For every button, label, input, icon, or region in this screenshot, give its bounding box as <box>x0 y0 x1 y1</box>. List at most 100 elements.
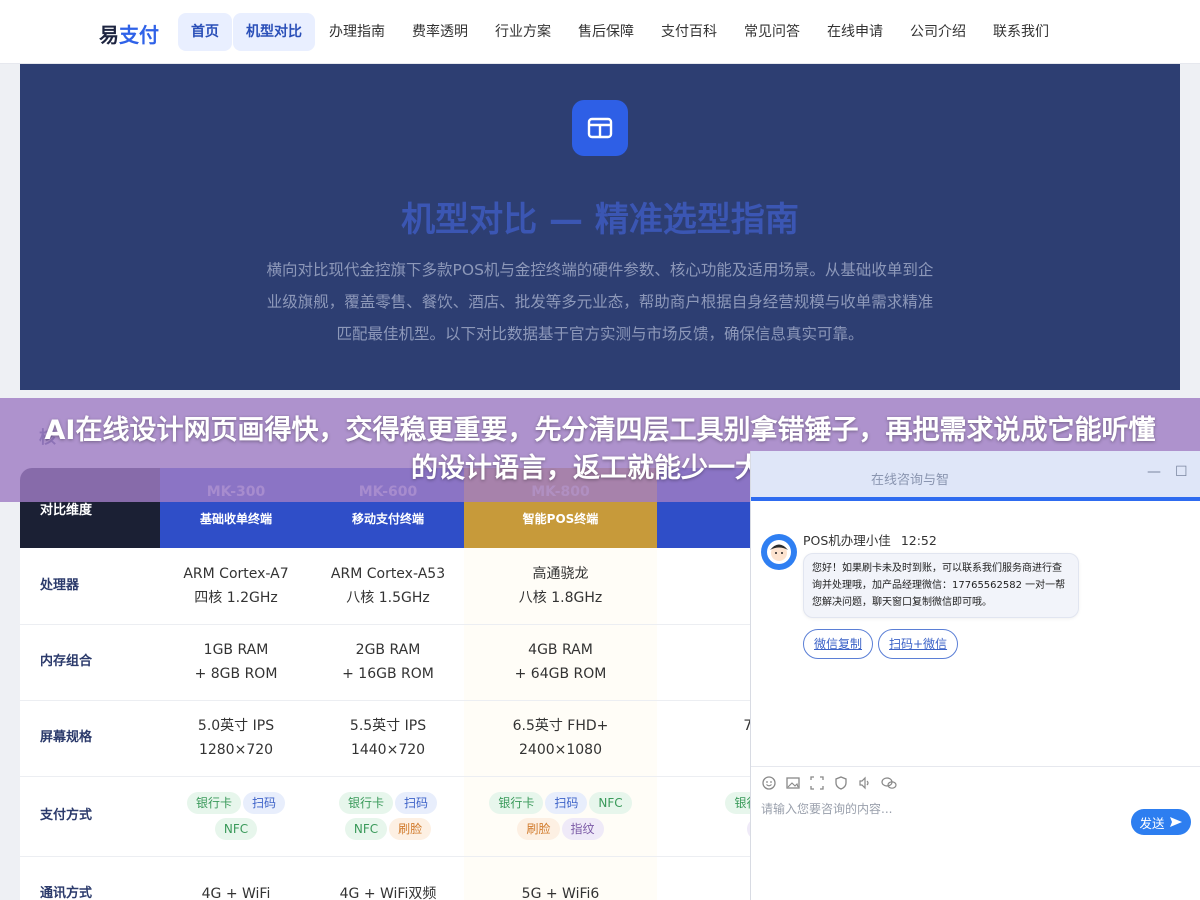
nav-item[interactable]: 机型对比 <box>233 13 315 51</box>
payment-tag: 扫码 <box>395 792 438 814</box>
cell-line: 5.0英寸 IPS <box>197 718 275 734</box>
payment-tag: 刷脸 <box>389 818 432 840</box>
rate-icon[interactable] <box>833 775 849 791</box>
top-nav: 易支付 首页 机型对比 办理指南 费率透明 行业方案 售后保障 支付百科 常见问答 在线申请 公司… <box>0 0 1200 64</box>
hero-description: 横向对比现代金控旗下多款POS机与金控终端的硬件参数、核心功能及适用场景。从基础… <box>266 261 934 343</box>
minimize-icon[interactable]: — <box>1147 464 1161 480</box>
cell-line: 2400×1080 <box>519 742 602 758</box>
table-cell: 6+ 1 <box>657 624 760 701</box>
hero-title: 机型对比 — 精准选型指南 <box>401 200 799 240</box>
emoji-icon[interactable] <box>761 775 777 791</box>
payment-tag: 银行卡 <box>186 792 241 814</box>
nav-item[interactable]: 在线申请 <box>814 13 896 51</box>
cell-line: 四核 1.2GHz <box>194 589 278 606</box>
send-icon <box>1169 817 1182 827</box>
cell-line: 4G + WiFi <box>201 886 271 900</box>
chat-messages: POS机办理小佳 12:52 您好！如果刷卡未及时到账，可以联系我们服务商进行查询… <box>751 501 1200 811</box>
agent-message: 您好！如果刷卡未及时到账，可以联系我们服务商进行查询并处理哦，加产品经理微信：1… <box>803 553 1079 618</box>
table-cell: 4GB RAM + 64GB ROM <box>464 624 657 701</box>
message-time: 12:52 <box>900 533 937 548</box>
agent-name: POS机办理小佳 <box>803 533 891 548</box>
table-cell: 高通骁龙 八核 1.8GHz <box>464 548 657 625</box>
cell-line: 6 <box>657 638 760 662</box>
model-subtitle: 智能POS终端 <box>522 511 599 526</box>
nav-menu: 首页 机型对比 办理指南 费率透明 行业方案 售后保障 支付百科 常见问答 在线申请 公司介绍 联系… <box>178 13 1062 51</box>
table-row: 处理器 ARM Cortex-A7 四核 1.2GHz ARM Cortex-A53 八… <box>20 548 760 625</box>
cell-line: 2GB RAM <box>355 642 421 658</box>
table-cell: 银行卡 扫码 NFC 刷脸 指纹 <box>464 776 657 857</box>
chat-input[interactable] <box>761 797 1111 821</box>
nav-item[interactable]: 常见问答 <box>731 13 813 51</box>
table-row: 屏幕规格 5.0英寸 IPS 1280×720 5.5英寸 IPS 1440×720 6.… <box>20 700 761 777</box>
send-button[interactable]: 发送 <box>1131 809 1191 835</box>
nav-item[interactable]: 费率透明 <box>399 13 481 51</box>
chat-title: 在线咨询与智 <box>871 473 950 488</box>
table-icon <box>572 100 628 156</box>
table-cell: 银行卡扫指纹 <box>657 776 760 857</box>
chat-header: 在线咨询与智 — ☐ <box>751 451 1200 501</box>
cell-line: 7.0英寸 <box>657 714 760 738</box>
nav-item[interactable]: 支付百科 <box>648 13 730 51</box>
cell-line: ARM Cortex-A53 <box>330 565 446 582</box>
row-label: 支付方式 <box>20 776 160 857</box>
payment-tag: NFC <box>344 818 388 840</box>
nav-item[interactable]: 售后保障 <box>565 13 647 51</box>
table-cell: 5G + WiFi6 <box>464 856 657 900</box>
cell-line: ARM Cortex-A7 <box>183 565 289 582</box>
chat-widget: 在线咨询与智 — ☐ POS机办理小佳 12:52 您好！如果刷卡未及时到账，可以… <box>750 451 1200 900</box>
table-cell: ARM Cortex-A7 四核 1.2GHz <box>160 548 312 625</box>
cell-line: 25 <box>657 738 761 762</box>
cell-line: 1280×720 <box>198 742 274 758</box>
nav-item[interactable]: 首页 <box>178 13 232 51</box>
voice-icon[interactable] <box>857 775 873 791</box>
cell-line: 八核 1.8GHz <box>518 589 603 606</box>
quick-reply-copy-wechat[interactable]: 微信复制 <box>803 629 874 659</box>
payment-tag: 银行卡 <box>338 792 393 814</box>
cell-line: + 16GB ROM <box>342 666 434 682</box>
nav-item[interactable]: 公司介绍 <box>897 13 979 51</box>
agent-avatar <box>761 534 797 570</box>
image-icon[interactable] <box>785 775 801 791</box>
agent-meta: POS机办理小佳 12:52 <box>803 530 937 549</box>
comparison-table: 对比维度 MK-300基础收单终端MK-600移动支付终端MK-800智能POS… <box>20 468 760 900</box>
cell-line: 6.5英寸 FHD+ <box>512 718 609 734</box>
model-subtitle: 移动支付终端 <box>351 511 424 526</box>
cell-line: + 1 <box>657 662 760 686</box>
row-label: 处理器 <box>20 548 160 625</box>
payment-tag: 扫码 <box>243 792 286 814</box>
table-cell: 4G + WiFi <box>160 856 312 900</box>
nav-item[interactable]: 联系我们 <box>980 13 1062 51</box>
cell-line: 5G <box>657 882 760 900</box>
cell-line: 1GB RAM <box>203 642 269 658</box>
cell-line: + 64GB ROM <box>514 666 607 682</box>
table-cell: ARM Cortex-A53 八核 1.5GHz <box>312 548 464 625</box>
table-cell: 1GB RAM + 8GB ROM <box>160 624 312 701</box>
table-cell: 6.5英寸 FHD+ 2400×1080 <box>464 700 657 777</box>
cell-line: 八核 1.5GHz <box>346 589 430 606</box>
table-row: 内存组合 1GB RAM + 8GB ROM 2GB RAM + 16GB ROM 4GB… <box>20 624 760 701</box>
payment-tag: 刷脸 <box>517 818 560 840</box>
table-cell: 银行卡 扫码 NFC <box>160 776 312 857</box>
payment-tag: NFC <box>589 792 632 814</box>
model-subtitle: 旗 <box>657 502 760 519</box>
payment-tag: 银行卡 <box>489 792 544 814</box>
cell-line: 4GB RAM <box>528 642 593 658</box>
payment-tag: 扫码 <box>545 792 588 814</box>
cell-line: 5.5英寸 IPS <box>349 718 427 734</box>
nav-item[interactable]: 办理指南 <box>316 13 398 51</box>
cell-line: 5G + WiFi6 <box>521 886 600 900</box>
cell-line: 八 <box>657 574 760 598</box>
cell-line: 1440×720 <box>350 742 426 758</box>
screenshot-icon[interactable] <box>809 775 825 791</box>
row-label: 屏幕规格 <box>20 700 160 777</box>
table-cell: 2GB RAM + 16GB ROM <box>312 624 464 701</box>
hero-section: 机型对比 — 精准选型指南 横向对比现代金控旗下多款POS机与金控终端的硬件参数… <box>20 64 1180 390</box>
payment-tag: 指纹 <box>561 818 604 840</box>
site-logo[interactable]: 易支付 <box>99 19 159 48</box>
cell-line: + 8GB ROM <box>194 666 278 682</box>
nav-item[interactable]: 行业方案 <box>482 13 564 51</box>
quick-reply-scan-wechat[interactable]: 扫码+微信 <box>878 629 959 659</box>
maximize-icon[interactable]: ☐ <box>1175 464 1188 480</box>
table-row: 支付方式银行卡扫码NFC银行卡扫码NFC刷脸银行卡扫码NFC刷脸指纹银行卡扫指纹 <box>20 776 760 857</box>
wechat-icon[interactable] <box>881 775 897 791</box>
